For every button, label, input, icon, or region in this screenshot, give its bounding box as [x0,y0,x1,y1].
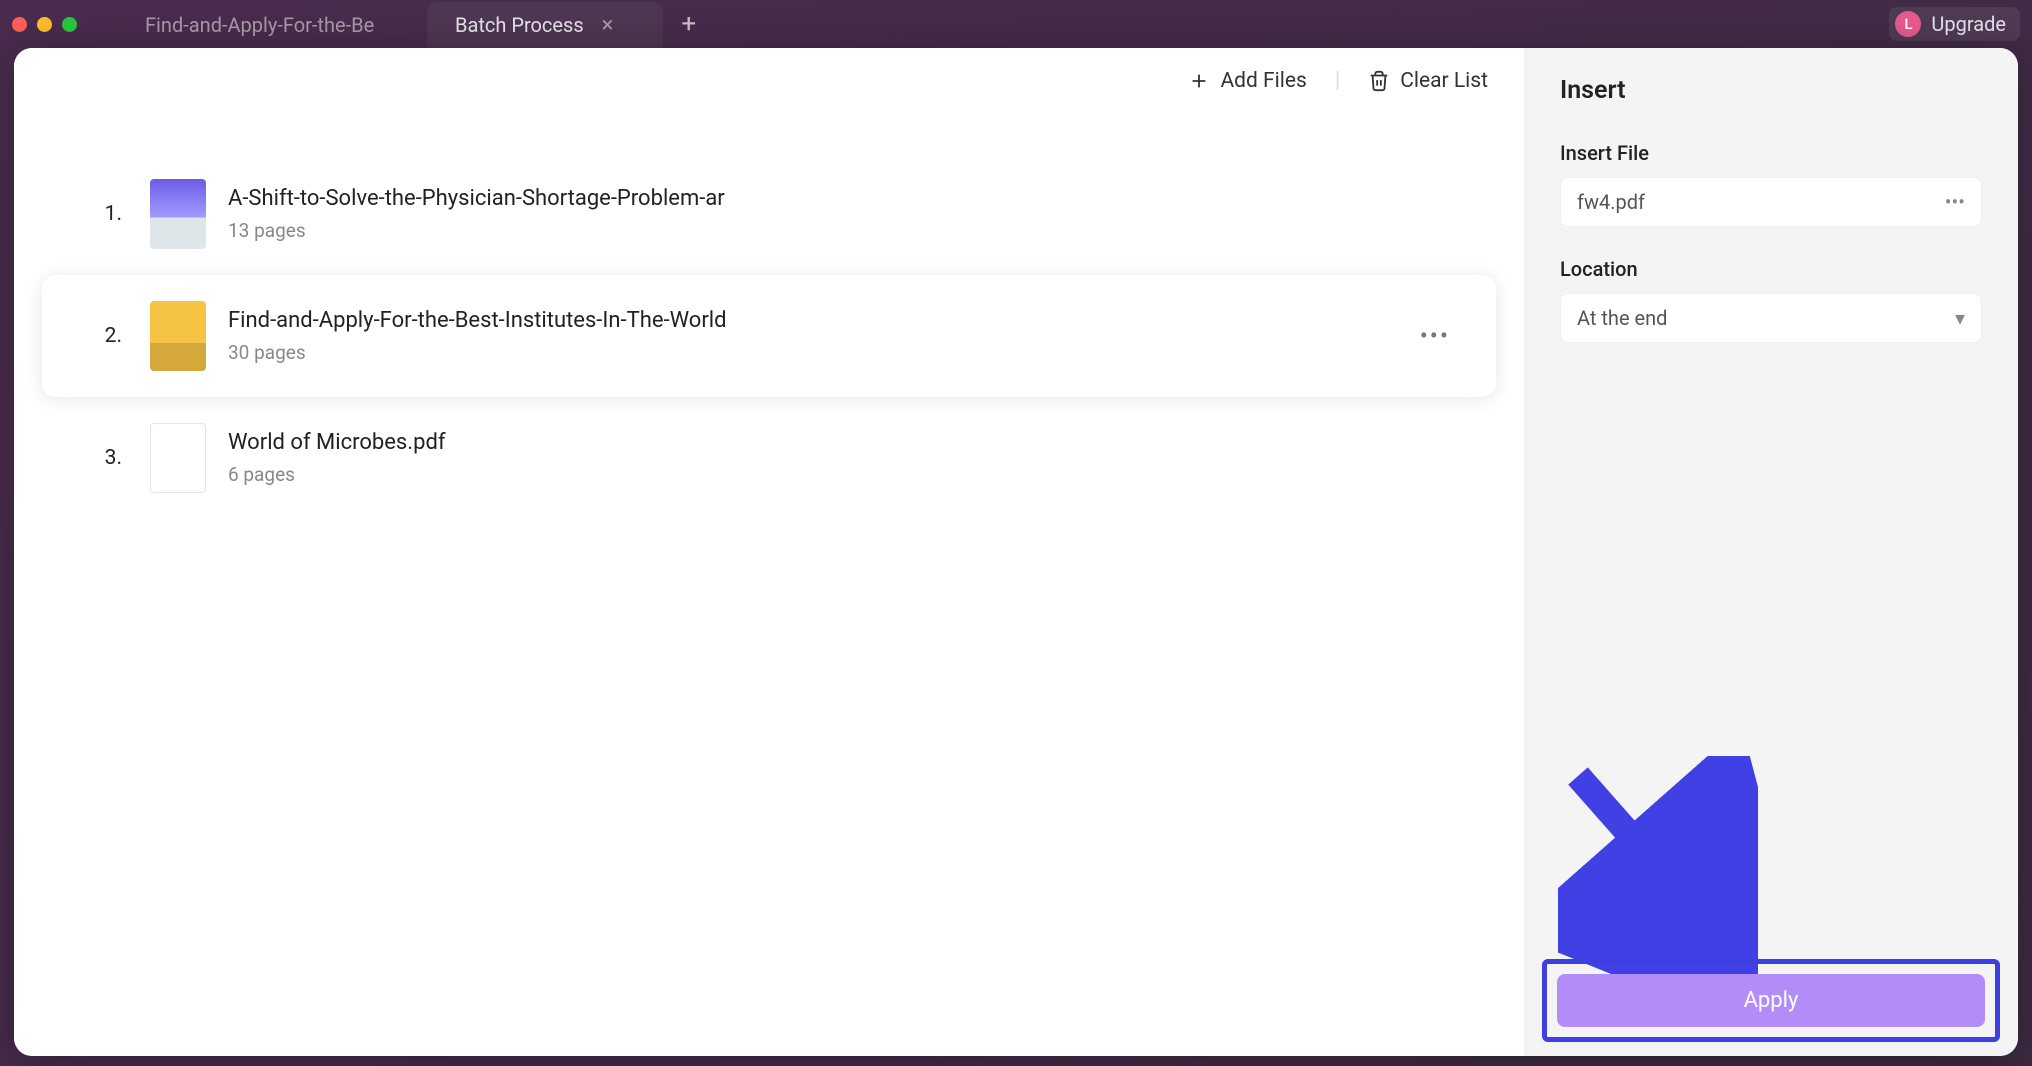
file-name: Find-and-Apply-For-the-Best-Institutes-I… [228,308,788,333]
close-tab-icon[interactable]: × [602,13,614,38]
more-icon[interactable]: ••• [1945,190,1965,214]
file-name: World of Microbes.pdf [228,430,788,455]
window-controls [12,17,77,32]
minimize-window-button[interactable] [37,17,52,32]
file-thumbnail [150,423,206,493]
close-window-button[interactable] [12,17,27,32]
maximize-window-button[interactable] [62,17,77,32]
apply-label: Apply [1744,988,1799,1013]
file-row-selected[interactable]: 2. Find-and-Apply-For-the-Best-Institute… [42,275,1496,397]
add-files-label: Add Files [1220,69,1306,93]
tab-label: Batch Process [455,13,584,37]
apply-highlight: Apply [1542,959,2000,1042]
clear-list-button[interactable]: Clear List [1368,69,1488,93]
file-pages: 6 pages [228,463,1464,486]
file-name: A-Shift-to-Solve-the-Physician-Shortage-… [228,186,788,211]
app-window: Add Files | Clear List 1. A-Shift-to-Sol… [14,48,2018,1056]
plus-icon [1188,70,1210,92]
file-row[interactable]: 1. A-Shift-to-Solve-the-Physician-Shorta… [42,153,1496,275]
new-tab-button[interactable]: + [663,0,714,48]
insert-file-field[interactable]: fw4.pdf ••• [1560,177,1982,227]
apply-button[interactable]: Apply [1557,974,1985,1027]
file-meta: Find-and-Apply-For-the-Best-Institutes-I… [228,308,1406,364]
avatar-initial: L [1904,15,1912,33]
toolbar-divider: | [1335,68,1340,93]
file-list: 1. A-Shift-to-Solve-the-Physician-Shorta… [14,113,1524,519]
file-meta: World of Microbes.pdf 6 pages [228,430,1464,486]
add-files-button[interactable]: Add Files [1188,69,1306,93]
file-row[interactable]: 3. World of Microbes.pdf 6 pages [42,397,1496,519]
tab-label: Find-and-Apply-For-the-Be [145,13,374,37]
file-index: 3. [74,446,122,470]
main-panel: Add Files | Clear List 1. A-Shift-to-Sol… [14,48,1524,1056]
tab-active[interactable]: Batch Process × [427,2,663,48]
chevron-down-icon: ▾ [1955,306,1965,330]
side-panel-title: Insert [1560,76,1982,105]
tab-strip: Find-and-Apply-For-the-Be Batch Process … [117,0,1889,48]
toolbar: Add Files | Clear List [14,48,1524,113]
location-label: Location [1560,257,1982,281]
upgrade-label: Upgrade [1931,12,2006,36]
side-panel: Insert Insert File fw4.pdf ••• Location … [1524,48,2018,1056]
file-index: 2. [74,324,122,348]
file-pages: 30 pages [228,341,1406,364]
avatar: L [1895,11,1921,37]
titlebar: Find-and-Apply-For-the-Be Batch Process … [0,0,2032,48]
file-thumbnail [150,301,206,371]
insert-file-label: Insert File [1560,141,1982,165]
insert-file-value: fw4.pdf [1577,190,1645,214]
more-options-button[interactable]: ••• [1406,314,1464,358]
file-index: 1. [74,202,122,226]
location-select[interactable]: At the end ▾ [1560,293,1982,343]
upgrade-button[interactable]: L Upgrade [1889,7,2020,41]
trash-icon [1368,70,1390,92]
file-thumbnail [150,179,206,249]
tab-inactive[interactable]: Find-and-Apply-For-the-Be [117,2,427,48]
file-pages: 13 pages [228,219,1464,242]
location-value: At the end [1577,306,1667,330]
file-meta: A-Shift-to-Solve-the-Physician-Shortage-… [228,186,1464,242]
clear-list-label: Clear List [1400,69,1488,93]
annotation-arrow-icon [1558,756,1758,976]
